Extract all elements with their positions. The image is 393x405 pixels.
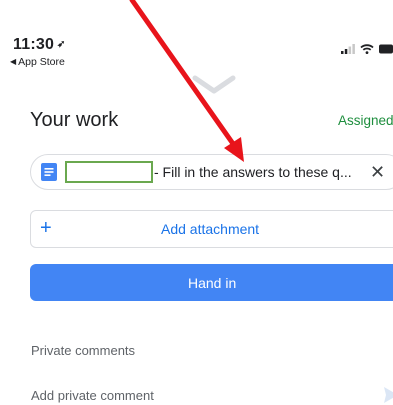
back-triangle-icon: ◀	[10, 57, 17, 66]
close-icon[interactable]: ✕	[370, 161, 385, 183]
google-docs-icon	[41, 163, 57, 181]
attachment-name[interactable]: - Fill in the answers to these q...	[154, 164, 352, 180]
back-label: App Store	[18, 56, 65, 68]
status-badge: Assigned	[338, 113, 393, 128]
status-icons	[341, 42, 393, 56]
hand-in-label: Hand in	[188, 275, 237, 291]
send-icon[interactable]	[383, 386, 393, 404]
back-to-app-store-link[interactable]: ◀ App Store	[10, 56, 65, 68]
redacted-name-box	[65, 161, 153, 183]
wifi-icon	[360, 44, 374, 54]
sheet-handle-icon[interactable]	[192, 74, 236, 96]
battery-icon	[379, 44, 393, 54]
location-arrow-icon: ➶	[57, 39, 66, 50]
private-comment-input[interactable]: Add private comment	[31, 388, 154, 403]
add-attachment-label: Add attachment	[161, 221, 260, 237]
status-time: 11:30 ➶	[13, 36, 66, 53]
plus-icon: +	[40, 217, 52, 239]
private-comments-heading: Private comments	[31, 343, 136, 358]
page-title: Your work	[30, 109, 119, 131]
signal-icon	[341, 44, 355, 54]
